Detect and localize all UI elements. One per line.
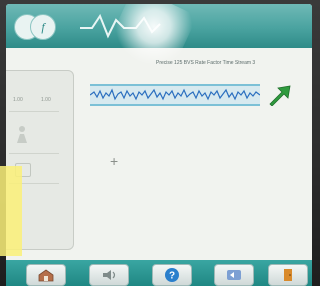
help-icon: ? — [165, 268, 179, 282]
audio-button[interactable] — [89, 264, 129, 286]
left-value-1: 1.00 — [13, 97, 23, 103]
device-screen: f Precise 125 BVS Rate Factor Time Strea… — [6, 4, 312, 280]
plus-icon[interactable]: + — [110, 154, 118, 168]
waveform-line — [90, 88, 260, 101]
left-value-2: 1.00 — [41, 97, 51, 103]
bottom-toolbar: ? — [6, 260, 312, 286]
help-button[interactable]: ? — [152, 264, 192, 286]
home-icon — [38, 269, 54, 282]
exit-door-icon — [284, 269, 292, 281]
function-icon: f — [41, 20, 46, 34]
sync-button[interactable] — [214, 264, 254, 286]
forward-arrow-icon[interactable] — [268, 84, 292, 106]
svg-text:?: ? — [169, 271, 175, 282]
speaker-icon — [103, 270, 116, 280]
yellow-sticker — [0, 166, 22, 256]
channel-subtitle: Precise 125 BVS Rate Factor Time Stream … — [156, 60, 256, 66]
svg-text:f: f — [41, 20, 46, 34]
exit-button[interactable] — [268, 264, 308, 286]
divider — [9, 111, 59, 112]
sync-icon — [227, 270, 241, 280]
divider — [9, 153, 59, 154]
function-round-button[interactable]: f — [30, 14, 56, 40]
signal-trace — [90, 80, 260, 110]
home-button[interactable] — [26, 264, 66, 286]
person-icon — [17, 126, 27, 143]
